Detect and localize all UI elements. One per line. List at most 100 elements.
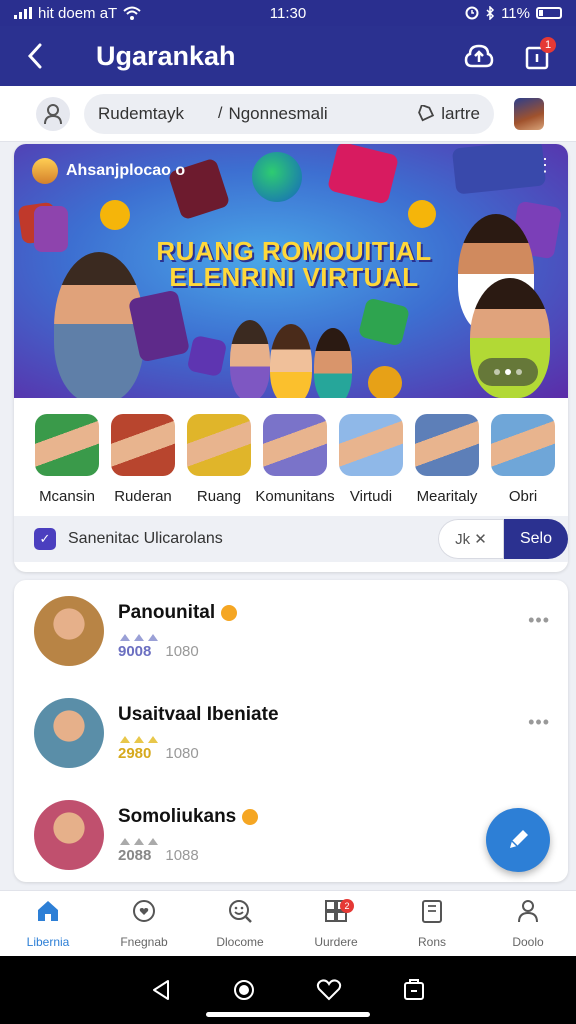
carrier-label: hit doem aT [38,4,118,22]
banner-tag-label: Ahsanjplocao o [66,162,186,179]
category-item[interactable]: Komunitans [255,414,335,516]
category-item[interactable]: Mcansin [34,414,100,516]
search-segment-3-label: lartre [441,103,480,123]
user-avatar[interactable] [514,97,544,130]
search-segment-2[interactable]: Ngonnesmali [228,104,417,124]
category-thumbnail [491,414,555,476]
deco-coin [368,366,402,398]
post-count: 9008 [118,643,152,660]
deco-block [326,144,400,205]
alarm-icon [465,6,479,20]
star-icon [120,838,130,845]
category-item[interactable]: Obri [490,414,556,516]
category-label: Ruderan [114,488,172,505]
upload-icon [464,44,494,68]
nav-item[interactable]: Uurdere 2 [288,891,384,956]
star-icon [148,634,158,641]
home-indicator[interactable] [206,1012,370,1017]
search-segment-1[interactable]: Rudemtayk [98,104,218,124]
home-circle-icon[interactable] [232,978,256,1002]
nav-label: Fnegnab [120,935,168,949]
post-item[interactable]: Panounital 9008 1080 ••• [14,580,568,682]
filter-clear-button[interactable]: Jk ✕ [438,519,504,559]
search-row: Rudemtayk / Ngonnesmali lartre [0,86,576,142]
star-icon [148,838,158,845]
post-meta-value: 1080 [165,745,199,762]
upload-button[interactable] [450,26,508,86]
category-label: Ruang [196,488,242,505]
home-icon [35,898,61,929]
post-meta-value: 1080 [165,643,199,660]
emoji-icon [242,809,259,825]
nav-item[interactable]: Doolo [480,891,576,956]
nav-item[interactable]: Libernia [0,891,96,956]
post-more-button[interactable]: ••• [528,610,550,631]
child-figure [54,252,144,398]
post-author: Usaitvaal Ibeniate [118,704,279,726]
post-count: 2088 [118,847,152,864]
category-item[interactable]: Virtudi [338,414,404,516]
post-author-name: Panounital [118,602,216,623]
filter-select-button[interactable]: Selo [504,519,568,559]
nav-item[interactable]: Dlocome [192,891,288,956]
share-badge: 1 [540,37,556,53]
category-label: Mcansin [39,488,95,505]
star-icon [148,736,158,743]
battery-icon [536,7,562,19]
chevron-left-icon [27,43,42,69]
profile-button[interactable] [36,96,70,131]
search-bar[interactable]: Rudemtayk / Ngonnesmali lartre [84,93,494,134]
star-icon [134,838,144,845]
clock: 11:30 [269,4,307,22]
deco-block [186,334,228,378]
compose-fab[interactable] [486,808,550,872]
rating-stars [120,736,279,743]
category-label: Obri [508,488,538,505]
pencil-icon [510,830,528,848]
carousel-indicator[interactable] [478,358,538,386]
banner-more-button[interactable]: ⋮ [536,156,554,174]
category-item[interactable]: Ruang [186,414,252,516]
category-thumbnail [415,414,479,476]
heart-icon[interactable] [316,978,342,1002]
post-meta: 9008 1080 [118,643,237,660]
category-label: Komunitans [255,488,335,505]
post-item[interactable]: Somoliukans 2088 1088 [14,784,568,882]
back-button[interactable] [0,26,70,86]
page-title: Ugarankah [96,40,236,71]
star-icon [120,736,130,743]
filter-checkbox[interactable]: ✓ [34,528,56,550]
post-avatar[interactable] [34,596,104,666]
child-figure [314,328,352,398]
tag-icon [418,104,435,121]
category-label: Mearitaly [416,488,478,505]
search-segment-3[interactable]: lartre [417,104,480,124]
nav-item[interactable]: Rons [384,891,480,956]
post-meta-value: 1088 [165,847,199,864]
bottom-nav: Libernia Fnegnab Dlocome Uurdere 2 Rons Doolo [0,890,576,956]
app-bar: Ugarankah 1 [0,26,576,86]
signal-icon [14,7,32,19]
category-thumbnail [35,414,99,476]
back-triangle-icon[interactable] [150,978,172,1002]
community-card: Ahsanjplocao o ⋮ RUANG ROMOUITIAL ELENRI… [14,144,568,572]
post-avatar[interactable] [34,698,104,768]
deco-block [34,206,68,252]
deco-globe [252,152,302,202]
category-item[interactable]: Mearitaly [414,414,480,516]
post-author: Somoliukans [118,806,259,828]
rating-stars [120,838,258,845]
hero-banner[interactable]: Ahsanjplocao o ⋮ RUANG ROMOUITIAL ELENRI… [14,144,568,398]
banner-tag: Ahsanjplocao o [32,158,185,184]
post-item[interactable]: Usaitvaal Ibeniate 2980 1080 ••• [14,682,568,784]
recents-icon[interactable] [402,977,426,1003]
nav-item[interactable]: Fnegnab [96,891,192,956]
post-more-button[interactable]: ••• [528,712,550,733]
post-count: 2980 [118,745,152,762]
category-item[interactable]: Ruderan [110,414,176,516]
post-avatar[interactable] [34,800,104,870]
wifi-icon [123,6,141,20]
nav-label: Rons [417,935,446,949]
share-button[interactable]: 1 [508,26,566,86]
heart-chat-icon [131,898,157,929]
